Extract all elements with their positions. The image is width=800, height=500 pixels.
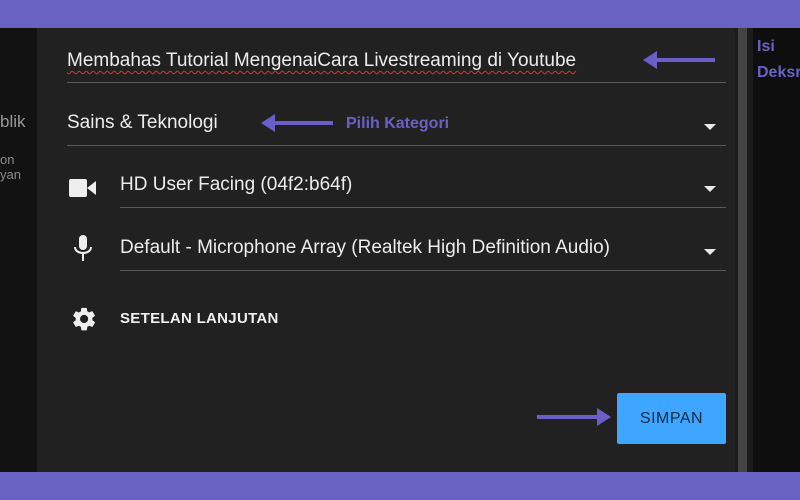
- annotation-deskripsi: Deksrips: [757, 64, 800, 81]
- category-select-underline: [67, 145, 726, 146]
- camera-select-underline: [120, 207, 726, 208]
- scrollbar[interactable]: [735, 28, 753, 472]
- title-input-underline: [67, 82, 726, 83]
- background-text: blik: [0, 112, 26, 131]
- microphone-select[interactable]: Default - Microphone Array (Realtek High…: [120, 237, 610, 259]
- save-button[interactable]: SIMPAN: [617, 393, 726, 444]
- microphone-select-value: Default - Microphone Array (Realtek High…: [120, 237, 611, 258]
- annotation-isi: Isi: [757, 38, 775, 55]
- advanced-settings-button[interactable]: SETELAN LANJUTAN: [120, 310, 279, 327]
- gear-icon[interactable]: [70, 305, 98, 333]
- category-select[interactable]: Sains & Teknologi: [67, 112, 218, 134]
- chevron-down-icon[interactable]: [704, 249, 716, 255]
- chevron-down-icon[interactable]: [704, 124, 716, 130]
- scrollbar-thumb[interactable]: [738, 28, 747, 472]
- background-text: on yan: [0, 152, 21, 182]
- background-page-right: [753, 28, 800, 472]
- background-page-left: blik on yan: [0, 28, 37, 472]
- videocam-icon: [69, 179, 96, 197]
- category-select-value: Sains & Teknologi: [67, 112, 218, 133]
- camera-select-value: HD User Facing (04f2:b64f): [120, 174, 353, 195]
- microphone-icon: [74, 235, 92, 261]
- title-input[interactable]: Membahas Tutorial MengenaiCara Livestrea…: [67, 50, 576, 72]
- annotation-arrow-category: [261, 114, 333, 132]
- camera-select[interactable]: HD User Facing (04f2:b64f): [120, 174, 352, 196]
- annotation-arrow-title: [643, 51, 715, 69]
- annotation-pilih-kategori: Pilih Kategori: [346, 115, 450, 132]
- chevron-down-icon[interactable]: [704, 186, 716, 192]
- annotation-arrow-save: [537, 408, 611, 426]
- microphone-select-underline: [120, 270, 726, 271]
- title-input-value: Membahas Tutorial MengenaiCara Livestrea…: [67, 50, 577, 71]
